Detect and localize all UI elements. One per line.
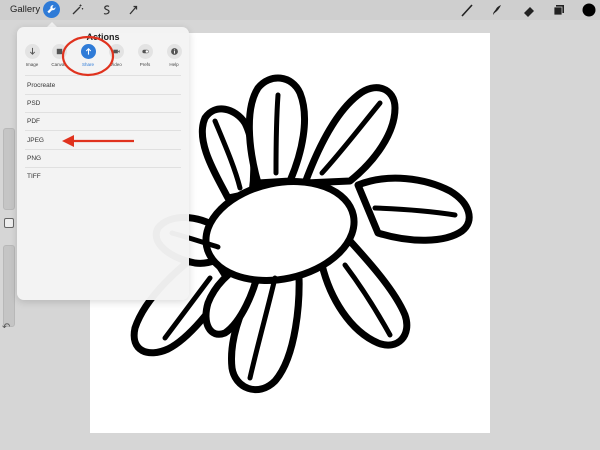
divider [25,130,181,131]
gallery-button[interactable]: Gallery [10,4,40,15]
tab-label: Canvas [51,62,67,67]
left-sidebar: ↶ [0,120,16,350]
divider [25,112,181,113]
panel-title: Actions [86,32,120,42]
divider [25,75,181,76]
share-icon [80,44,96,59]
divider [25,94,181,95]
canvas-icon [51,44,67,59]
export-procreate[interactable]: Procreate [27,82,55,89]
opacity-slider[interactable] [3,245,15,327]
divider [25,149,181,150]
export-png[interactable]: PNG [27,155,41,162]
tab-canvas[interactable]: Canvas [46,44,72,67]
export-jpeg[interactable]: JPEG [27,137,44,144]
color-swatch[interactable] [581,2,597,18]
tab-share[interactable]: Share [75,44,101,67]
toggle-icon [137,44,153,59]
tab-label: Help [169,62,179,67]
export-psd[interactable]: PSD [27,100,40,107]
modify-button[interactable] [4,218,14,228]
brush-icon[interactable] [459,2,475,18]
tab-label: Prefs [139,62,151,67]
top-toolbar: Gallery [0,0,600,20]
brush-size-slider[interactable] [3,128,15,210]
tab-label: Video [110,62,122,67]
tab-label: Image [25,62,39,67]
info-icon [166,44,182,59]
tab-image[interactable]: Image [19,44,45,67]
undo-icon[interactable]: ↶ [2,322,10,333]
video-icon [108,44,124,59]
export-pdf[interactable]: PDF [27,118,40,125]
add-icon [24,44,40,59]
tab-help[interactable]: Help [161,44,187,67]
export-tiff[interactable]: TIFF [27,173,41,180]
eraser-icon[interactable] [521,2,537,18]
layers-icon[interactable] [551,2,567,18]
magic-wand-icon[interactable] [69,2,85,18]
actions-panel: Actions Image Canvas Share Video Prefs H [17,27,189,300]
tab-label: Share [81,62,94,67]
transform-arrow-icon[interactable] [125,2,141,18]
tab-video[interactable]: Video [103,44,129,67]
tab-prefs[interactable]: Prefs [132,44,158,67]
divider [25,167,181,168]
wrench-icon[interactable] [43,1,60,18]
smudge-icon[interactable] [489,2,505,18]
selection-icon[interactable] [99,2,115,18]
